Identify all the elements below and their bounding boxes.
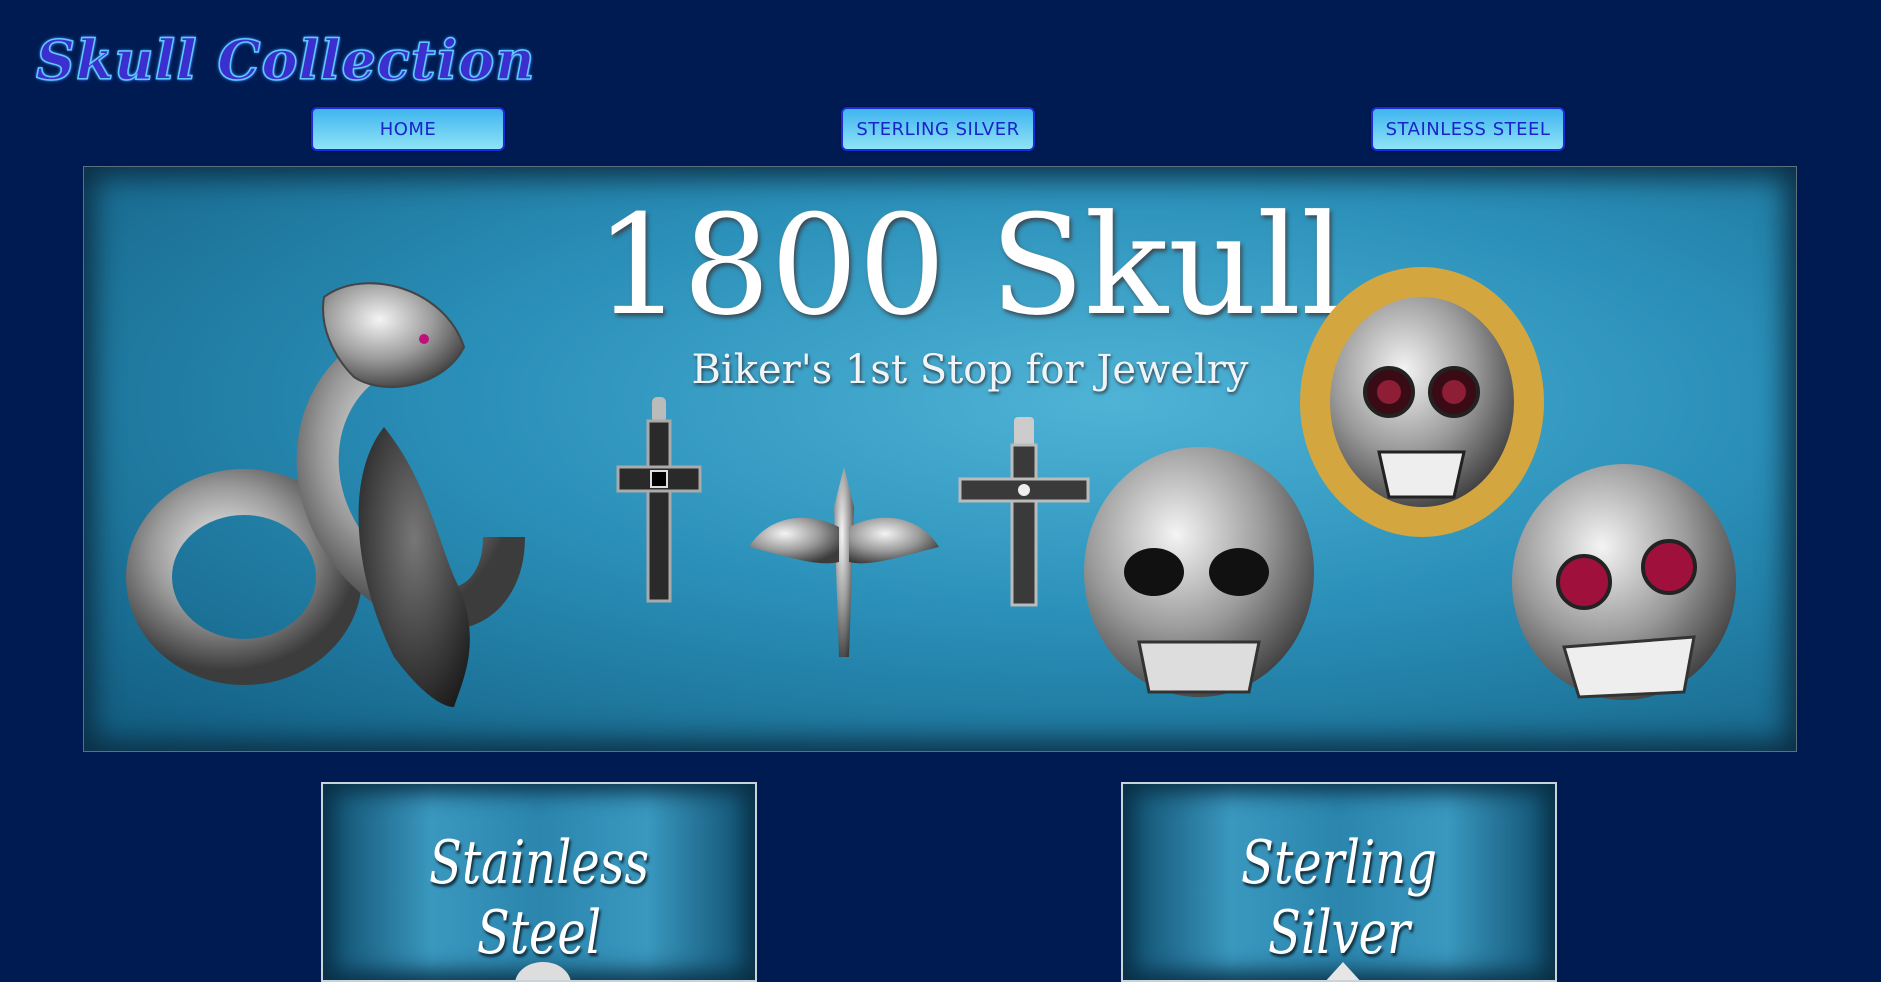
- crown-cross-pendant-image: [958, 417, 1090, 607]
- sterling-silver-product-image: [1326, 962, 1360, 980]
- cobra-bracelet-image: [126, 282, 525, 707]
- category-title-sterling-silver: Sterling Silver: [1241, 828, 1437, 968]
- category-card-sterling-silver[interactable]: Sterling Silver: [1121, 782, 1557, 982]
- nav-stainless-steel-button[interactable]: STAINLESS STEEL: [1371, 107, 1565, 151]
- main-nav: HOME STERLING SILVER STAINLESS STEEL: [0, 107, 1881, 155]
- winged-cross-pendant-image: [749, 467, 939, 657]
- site-logo[interactable]: Skull Collection: [35, 27, 536, 93]
- nav-home-button[interactable]: HOME: [311, 107, 505, 151]
- nav-sterling-silver-button[interactable]: STERLING SILVER: [841, 107, 1035, 151]
- stainless-steel-product-image: [515, 962, 571, 980]
- ruby-eyes-skull-ring-image: [1512, 464, 1736, 700]
- category-card-stainless-steel[interactable]: Stainless Steel: [321, 782, 757, 982]
- hero-banner[interactable]: 1800 Skull Biker's 1st Stop for Jewelry: [83, 166, 1797, 752]
- silver-skull-ring-image: [1084, 447, 1314, 697]
- category-title-stainless-steel: Stainless Steel: [428, 828, 650, 968]
- black-cross-pendant-image: [616, 397, 702, 603]
